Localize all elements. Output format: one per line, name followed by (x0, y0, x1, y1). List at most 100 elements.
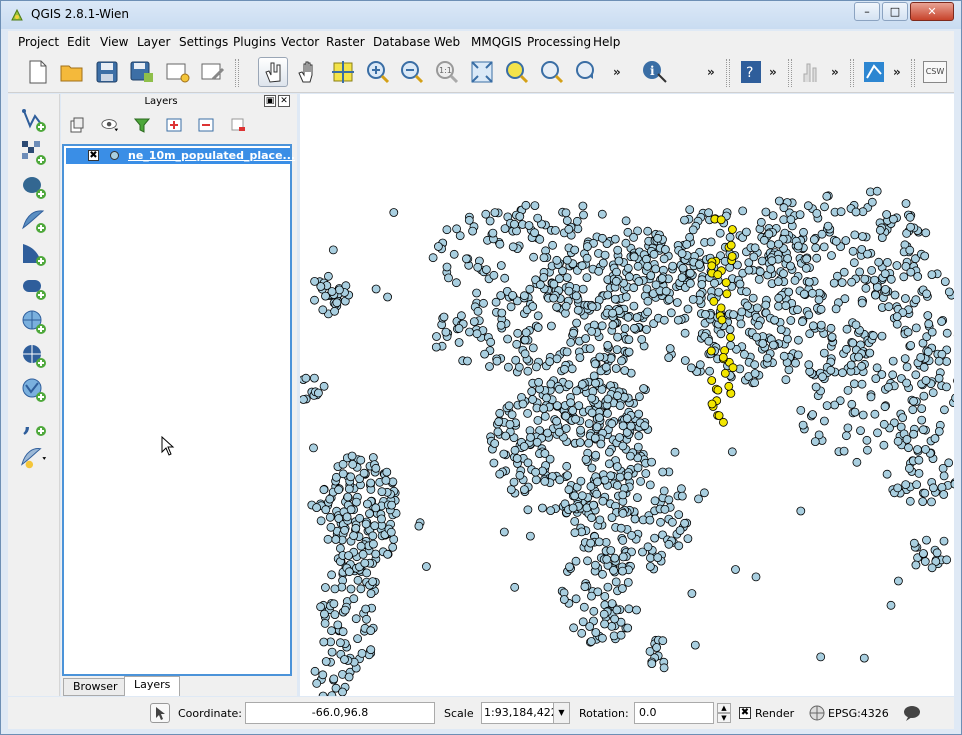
populated-place-point[interactable] (934, 426, 944, 436)
populated-place-point[interactable] (830, 400, 839, 410)
selected-place-point[interactable] (713, 270, 723, 280)
selected-place-point[interactable] (709, 296, 719, 306)
populated-place-point[interactable] (939, 536, 949, 546)
populated-place-point[interactable] (912, 480, 921, 490)
populated-place-point[interactable] (804, 360, 814, 370)
populated-place-point[interactable] (449, 249, 459, 259)
populated-place-point[interactable] (645, 553, 655, 563)
populated-place-point[interactable] (940, 277, 950, 287)
populated-place-point[interactable] (870, 409, 880, 419)
populated-place-point[interactable] (549, 293, 559, 303)
populated-place-point[interactable] (680, 328, 690, 338)
populated-place-point[interactable] (875, 225, 885, 235)
populated-place-point[interactable] (344, 672, 354, 682)
populated-place-point[interactable] (909, 396, 918, 406)
populated-place-point[interactable] (562, 461, 572, 471)
populated-place-point[interactable] (454, 323, 464, 333)
populated-place-point[interactable] (329, 599, 339, 609)
populated-place-point[interactable] (525, 531, 535, 541)
populated-place-point[interactable] (508, 242, 518, 252)
populated-place-point[interactable] (520, 349, 530, 359)
populated-place-point[interactable] (683, 534, 693, 544)
populated-place-point[interactable] (583, 556, 592, 566)
populated-place-point[interactable] (818, 372, 827, 382)
zoom-in-icon[interactable] (363, 57, 393, 87)
populated-place-point[interactable] (677, 249, 687, 259)
populated-place-point[interactable] (796, 506, 806, 516)
populated-place-point[interactable] (462, 356, 472, 366)
populated-place-point[interactable] (808, 288, 817, 298)
selected-place-point[interactable] (727, 225, 737, 234)
populated-place-point[interactable] (667, 517, 677, 527)
populated-place-point[interactable] (554, 384, 564, 394)
populated-place-point[interactable] (942, 357, 951, 366)
populated-place-point[interactable] (820, 416, 829, 426)
populated-place-point[interactable] (629, 301, 639, 311)
populated-place-point[interactable] (596, 439, 606, 449)
populated-place-point[interactable] (753, 320, 763, 330)
menu-view[interactable]: View (100, 35, 128, 49)
populated-place-point[interactable] (872, 363, 882, 373)
populated-place-point[interactable] (922, 535, 931, 545)
populated-place-point[interactable] (570, 516, 580, 526)
add-mssql-layer-icon[interactable] (20, 240, 48, 268)
populated-place-point[interactable] (608, 320, 618, 330)
populated-place-point[interactable] (533, 213, 543, 223)
populated-place-point[interactable] (518, 399, 528, 409)
populated-place-point[interactable] (550, 225, 560, 235)
populated-place-point[interactable] (497, 308, 507, 318)
populated-place-point[interactable] (863, 445, 872, 455)
populated-place-point[interactable] (903, 327, 913, 337)
populated-place-point[interactable] (598, 258, 608, 268)
populated-place-point[interactable] (590, 560, 600, 570)
populated-place-point[interactable] (316, 516, 326, 526)
populated-place-point[interactable] (649, 249, 659, 259)
populated-place-point[interactable] (319, 381, 329, 391)
populated-place-point[interactable] (627, 530, 637, 540)
selected-place-point[interactable] (717, 315, 727, 325)
populated-place-point[interactable] (533, 323, 543, 332)
float-panel-button[interactable]: ▣ (264, 95, 276, 107)
populated-place-point[interactable] (442, 225, 452, 235)
populated-place-point[interactable] (578, 284, 588, 294)
populated-place-point[interactable] (533, 415, 543, 425)
populated-place-point[interactable] (562, 255, 572, 265)
add-raster-layer-icon[interactable] (20, 139, 48, 167)
populated-place-point[interactable] (888, 356, 898, 366)
populated-place-point[interactable] (880, 402, 890, 412)
populated-place-point[interactable] (523, 505, 533, 515)
populated-place-point[interactable] (319, 609, 329, 619)
populated-place-point[interactable] (705, 366, 715, 376)
populated-place-point[interactable] (312, 503, 322, 513)
populated-place-point[interactable] (464, 215, 474, 225)
toolbar-overflow-chevron-3[interactable]: » (769, 65, 777, 79)
populated-place-point[interactable] (614, 256, 624, 266)
populated-place-point[interactable] (523, 408, 533, 418)
populated-place-point[interactable] (577, 261, 587, 271)
populated-place-point[interactable] (905, 245, 915, 255)
crs-label[interactable]: EPSG:4326 (828, 707, 889, 720)
populated-place-point[interactable] (469, 317, 479, 327)
populated-place-point[interactable] (871, 290, 880, 300)
populated-place-point[interactable] (615, 433, 624, 442)
populated-place-point[interactable] (613, 245, 623, 255)
populated-place-point[interactable] (503, 334, 513, 344)
populated-place-point[interactable] (624, 347, 634, 357)
populated-place-point[interactable] (793, 305, 802, 315)
populated-place-point[interactable] (511, 355, 521, 365)
populated-place-point[interactable] (432, 332, 441, 341)
populated-place-point[interactable] (829, 278, 839, 288)
filter-legend-icon[interactable] (133, 116, 151, 134)
populated-place-point[interactable] (851, 320, 861, 330)
populated-place-point[interactable] (867, 265, 876, 275)
populated-place-point[interactable] (382, 467, 392, 477)
populated-place-point[interactable] (906, 340, 916, 350)
populated-place-point[interactable] (843, 423, 853, 433)
populated-place-point[interactable] (589, 606, 599, 616)
maximize-button[interactable]: □ (882, 2, 908, 21)
populated-place-point[interactable] (591, 378, 600, 388)
populated-place-point[interactable] (366, 589, 376, 599)
menu-edit[interactable]: Edit (67, 35, 90, 49)
populated-place-point[interactable] (586, 637, 596, 646)
populated-place-point[interactable] (697, 279, 707, 289)
